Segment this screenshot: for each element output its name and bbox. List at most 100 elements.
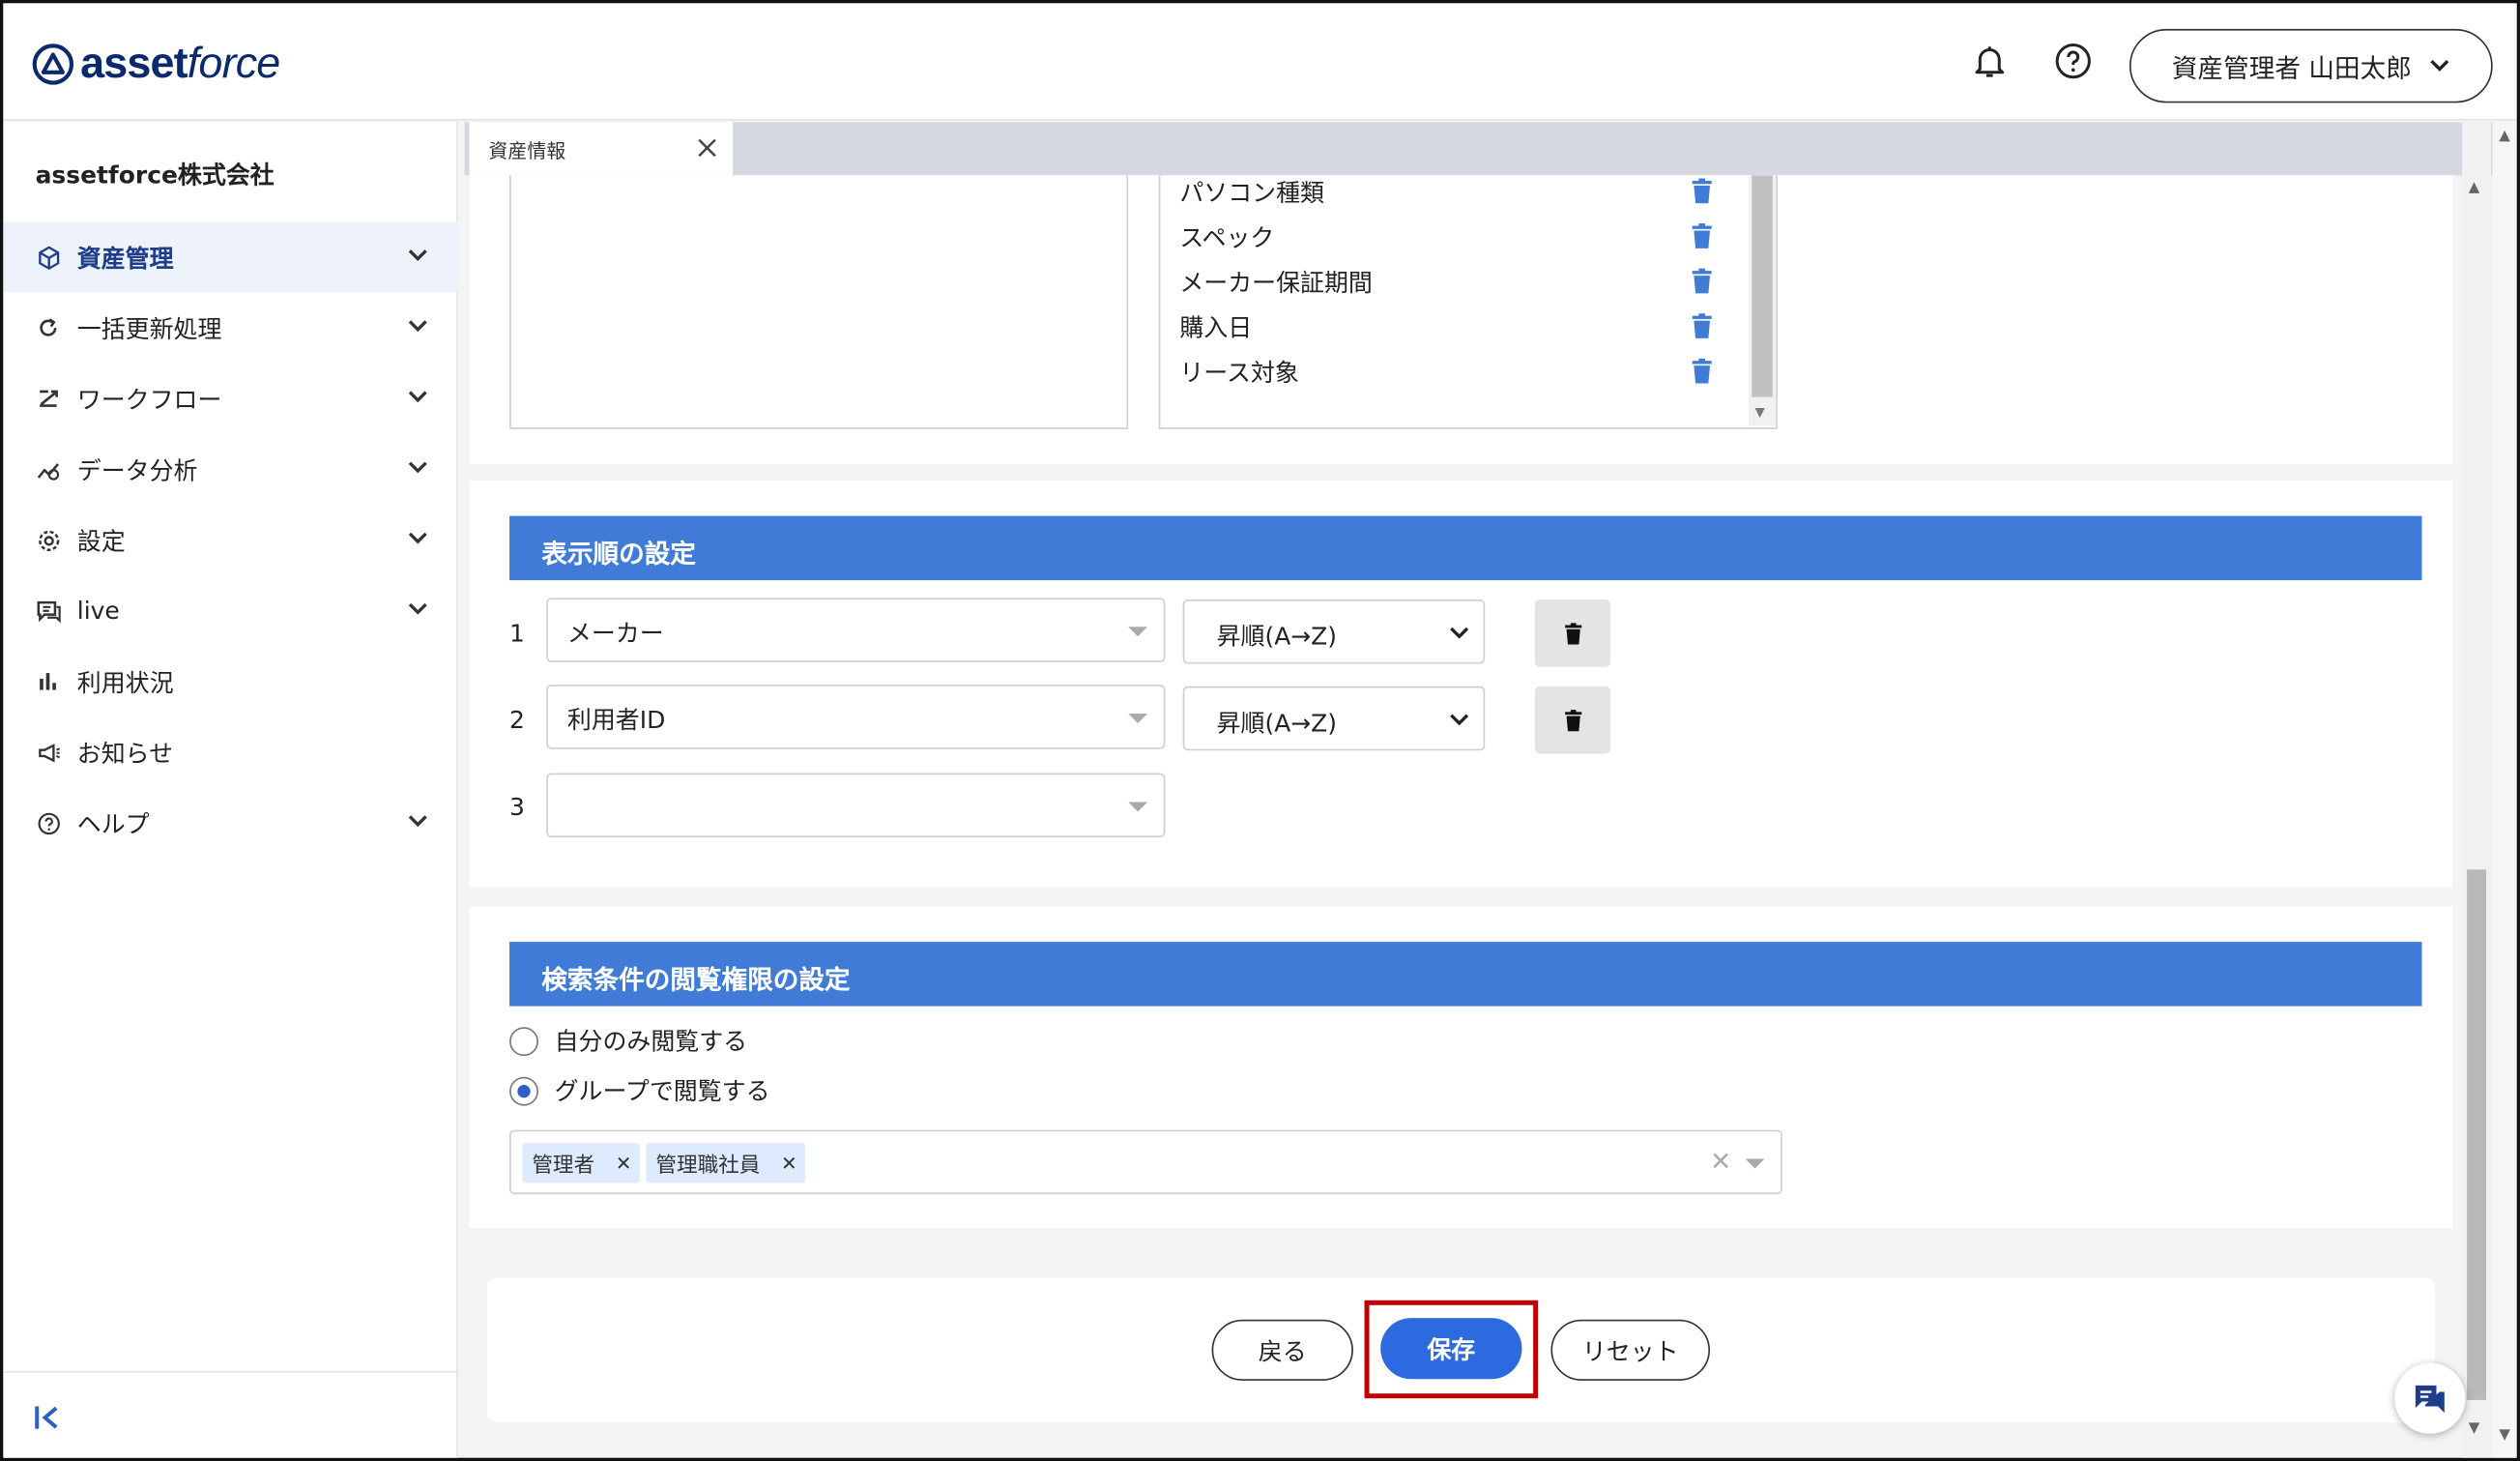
list-item[interactable]: メーカー保証期間 bbox=[1179, 259, 1725, 305]
main-scrollbar[interactable]: ▲ ▼ bbox=[2462, 122, 2492, 1458]
save-button[interactable]: 保存 bbox=[1380, 1318, 1522, 1380]
sort-order-select-1[interactable]: 昇順(A→Z) bbox=[1182, 599, 1486, 664]
logo-text: assetforce bbox=[80, 38, 280, 87]
scroll-down-icon[interactable]: ▼ bbox=[2469, 1420, 2480, 1437]
chevron-down-icon bbox=[408, 391, 427, 403]
company-name: assetforce株式会社 bbox=[35, 161, 275, 190]
sidebar-item-label: ヘルプ bbox=[76, 808, 150, 838]
trash-icon[interactable] bbox=[1691, 268, 1713, 295]
sidebar-item-label: データ分析 bbox=[76, 455, 198, 485]
analytics-icon bbox=[36, 456, 62, 482]
sidebar-item-label: 利用状況 bbox=[76, 667, 174, 697]
group-chip: 管理職社員 ✕ bbox=[646, 1142, 805, 1183]
refresh-icon bbox=[36, 315, 62, 341]
chat-icon bbox=[2415, 1385, 2445, 1414]
top-header: assetforce 資産管理者 山田太郎 bbox=[3, 3, 2517, 121]
sidebar-item-label: 資産管理 bbox=[76, 243, 174, 273]
help-icon[interactable] bbox=[2054, 42, 2093, 80]
sidebar-item-workflow[interactable]: ワークフロー bbox=[3, 364, 458, 434]
logo-mark-icon bbox=[32, 43, 74, 84]
user-menu-button[interactable]: 資産管理者 山田太郎 bbox=[2129, 28, 2493, 103]
back-button[interactable]: 戻る bbox=[1211, 1319, 1353, 1381]
workflow-icon bbox=[36, 386, 62, 412]
sidebar-item-data-analysis[interactable]: データ分析 bbox=[3, 434, 458, 505]
list-item[interactable]: 購入日 bbox=[1179, 304, 1725, 349]
sidebar-item-live[interactable]: live bbox=[3, 575, 458, 646]
sidebar-item-label: 一括更新処理 bbox=[76, 313, 222, 343]
app-logo[interactable]: assetforce bbox=[32, 38, 280, 89]
list-item[interactable]: リース対象 bbox=[1179, 349, 1725, 394]
action-bar: 戻る 保存 リセット bbox=[486, 1277, 2435, 1423]
clear-icon[interactable]: ✕ bbox=[1710, 1146, 1731, 1177]
megaphone-icon bbox=[36, 740, 62, 766]
sidebar-item-label: live bbox=[76, 596, 120, 626]
chat-support-button[interactable] bbox=[2394, 1362, 2466, 1434]
help-circle-icon bbox=[36, 810, 62, 836]
list-item[interactable]: パソコン種類 bbox=[1179, 175, 1725, 214]
tab-label: 資産情報 bbox=[488, 139, 566, 162]
remove-chip-icon[interactable]: ✕ bbox=[607, 1143, 639, 1183]
sort-field-select-2[interactable]: 利用者ID bbox=[546, 685, 1166, 749]
sidebar-item-bulk-update[interactable]: 一括更新処理 bbox=[3, 293, 458, 364]
chevron-down-icon bbox=[408, 532, 427, 544]
chevron-down-icon bbox=[2429, 59, 2448, 72]
group-multi-select[interactable]: 管理者 ✕ 管理職社員 ✕ ✕ bbox=[509, 1129, 1782, 1195]
bar-chart-icon bbox=[36, 669, 62, 695]
delete-sort-row-button[interactable] bbox=[1534, 686, 1610, 754]
selected-fields-list[interactable]: パソコン種類 スペック メーカー保証期間 購入日 リース対象 ▼ bbox=[1158, 175, 1778, 429]
caret-down-icon bbox=[1128, 627, 1148, 637]
sidebar-item-label: お知らせ bbox=[76, 738, 174, 768]
scrollbar-thumb[interactable] bbox=[1752, 175, 1773, 397]
radio-group[interactable]: グループで閲覧する bbox=[509, 1073, 770, 1107]
sidebar-item-usage[interactable]: 利用状況 bbox=[3, 646, 458, 716]
sort-order-select-2[interactable]: 昇順(A→Z) bbox=[1182, 686, 1486, 751]
scroll-up-icon[interactable]: ▲ bbox=[2469, 180, 2480, 196]
main-content: パソコン種類 スペック メーカー保証期間 購入日 リース対象 ▼ 表示順の設定 … bbox=[464, 175, 2457, 1458]
caret-down-icon bbox=[1128, 714, 1148, 724]
trash-icon[interactable] bbox=[1691, 178, 1713, 205]
scroll-up-icon[interactable]: ▲ bbox=[2499, 129, 2510, 145]
sidebar-item-label: 設定 bbox=[76, 526, 126, 556]
trash-icon[interactable] bbox=[1691, 313, 1713, 339]
delete-sort-row-button[interactable] bbox=[1534, 599, 1610, 667]
chevron-down-icon bbox=[1450, 627, 1469, 639]
trash-icon[interactable] bbox=[1691, 223, 1713, 249]
chevron-down-icon bbox=[408, 461, 427, 474]
sidebar-item-label: ワークフロー bbox=[76, 385, 222, 415]
collapse-sidebar-icon[interactable] bbox=[32, 1402, 64, 1434]
radio-button[interactable] bbox=[509, 1075, 538, 1105]
chevron-down-icon bbox=[408, 815, 427, 828]
list-scrollbar[interactable]: ▼ bbox=[1748, 175, 1777, 426]
chevron-down-icon bbox=[408, 249, 427, 261]
close-icon[interactable] bbox=[698, 138, 717, 158]
available-fields-list[interactable] bbox=[509, 175, 1129, 429]
tab-asset-info[interactable]: 資産情報 bbox=[469, 122, 734, 176]
sort-row-number: 3 bbox=[509, 792, 525, 822]
remove-chip-icon[interactable]: ✕ bbox=[773, 1143, 805, 1183]
radio-button[interactable] bbox=[509, 1026, 538, 1056]
permission-card: 検索条件の閲覧権限の設定 自分のみ閲覧する グループで閲覧する 管理者 ✕ 管理… bbox=[469, 906, 2453, 1228]
chat-icon bbox=[36, 598, 62, 624]
sidebar-item-notices[interactable]: お知らせ bbox=[3, 716, 458, 787]
radio-self-only[interactable]: 自分のみ閲覧する bbox=[509, 1024, 747, 1058]
trash-icon[interactable] bbox=[1691, 358, 1713, 385]
sidebar-item-asset-management[interactable]: 資産管理 bbox=[3, 221, 458, 293]
scroll-down-icon[interactable]: ▼ bbox=[1755, 405, 1765, 420]
gear-icon bbox=[36, 527, 62, 553]
sidebar-collapse-bar bbox=[3, 1370, 458, 1458]
field-selection-card: パソコン種類 スペック メーカー保証期間 購入日 リース対象 ▼ bbox=[469, 175, 2453, 465]
tab-bar: 資産情報 bbox=[464, 122, 2493, 176]
sidebar-item-help[interactable]: ヘルプ bbox=[3, 788, 458, 859]
group-chip: 管理者 ✕ bbox=[522, 1142, 640, 1183]
notification-bell-icon[interactable] bbox=[1970, 42, 2009, 80]
window-scrollbar[interactable]: ▲ ▼ bbox=[2492, 122, 2517, 1458]
sort-field-select-1[interactable]: メーカー bbox=[546, 598, 1166, 662]
reset-button[interactable]: リセット bbox=[1550, 1319, 1711, 1381]
scrollbar-thumb[interactable] bbox=[2467, 869, 2487, 1400]
caret-down-icon[interactable] bbox=[1745, 1158, 1765, 1169]
sort-field-select-3[interactable] bbox=[546, 773, 1166, 838]
scroll-down-icon[interactable]: ▼ bbox=[2499, 1427, 2510, 1444]
sidebar-item-settings[interactable]: 設定 bbox=[3, 505, 458, 575]
list-item[interactable]: スペック bbox=[1179, 214, 1725, 259]
trash-icon bbox=[1564, 709, 1581, 731]
